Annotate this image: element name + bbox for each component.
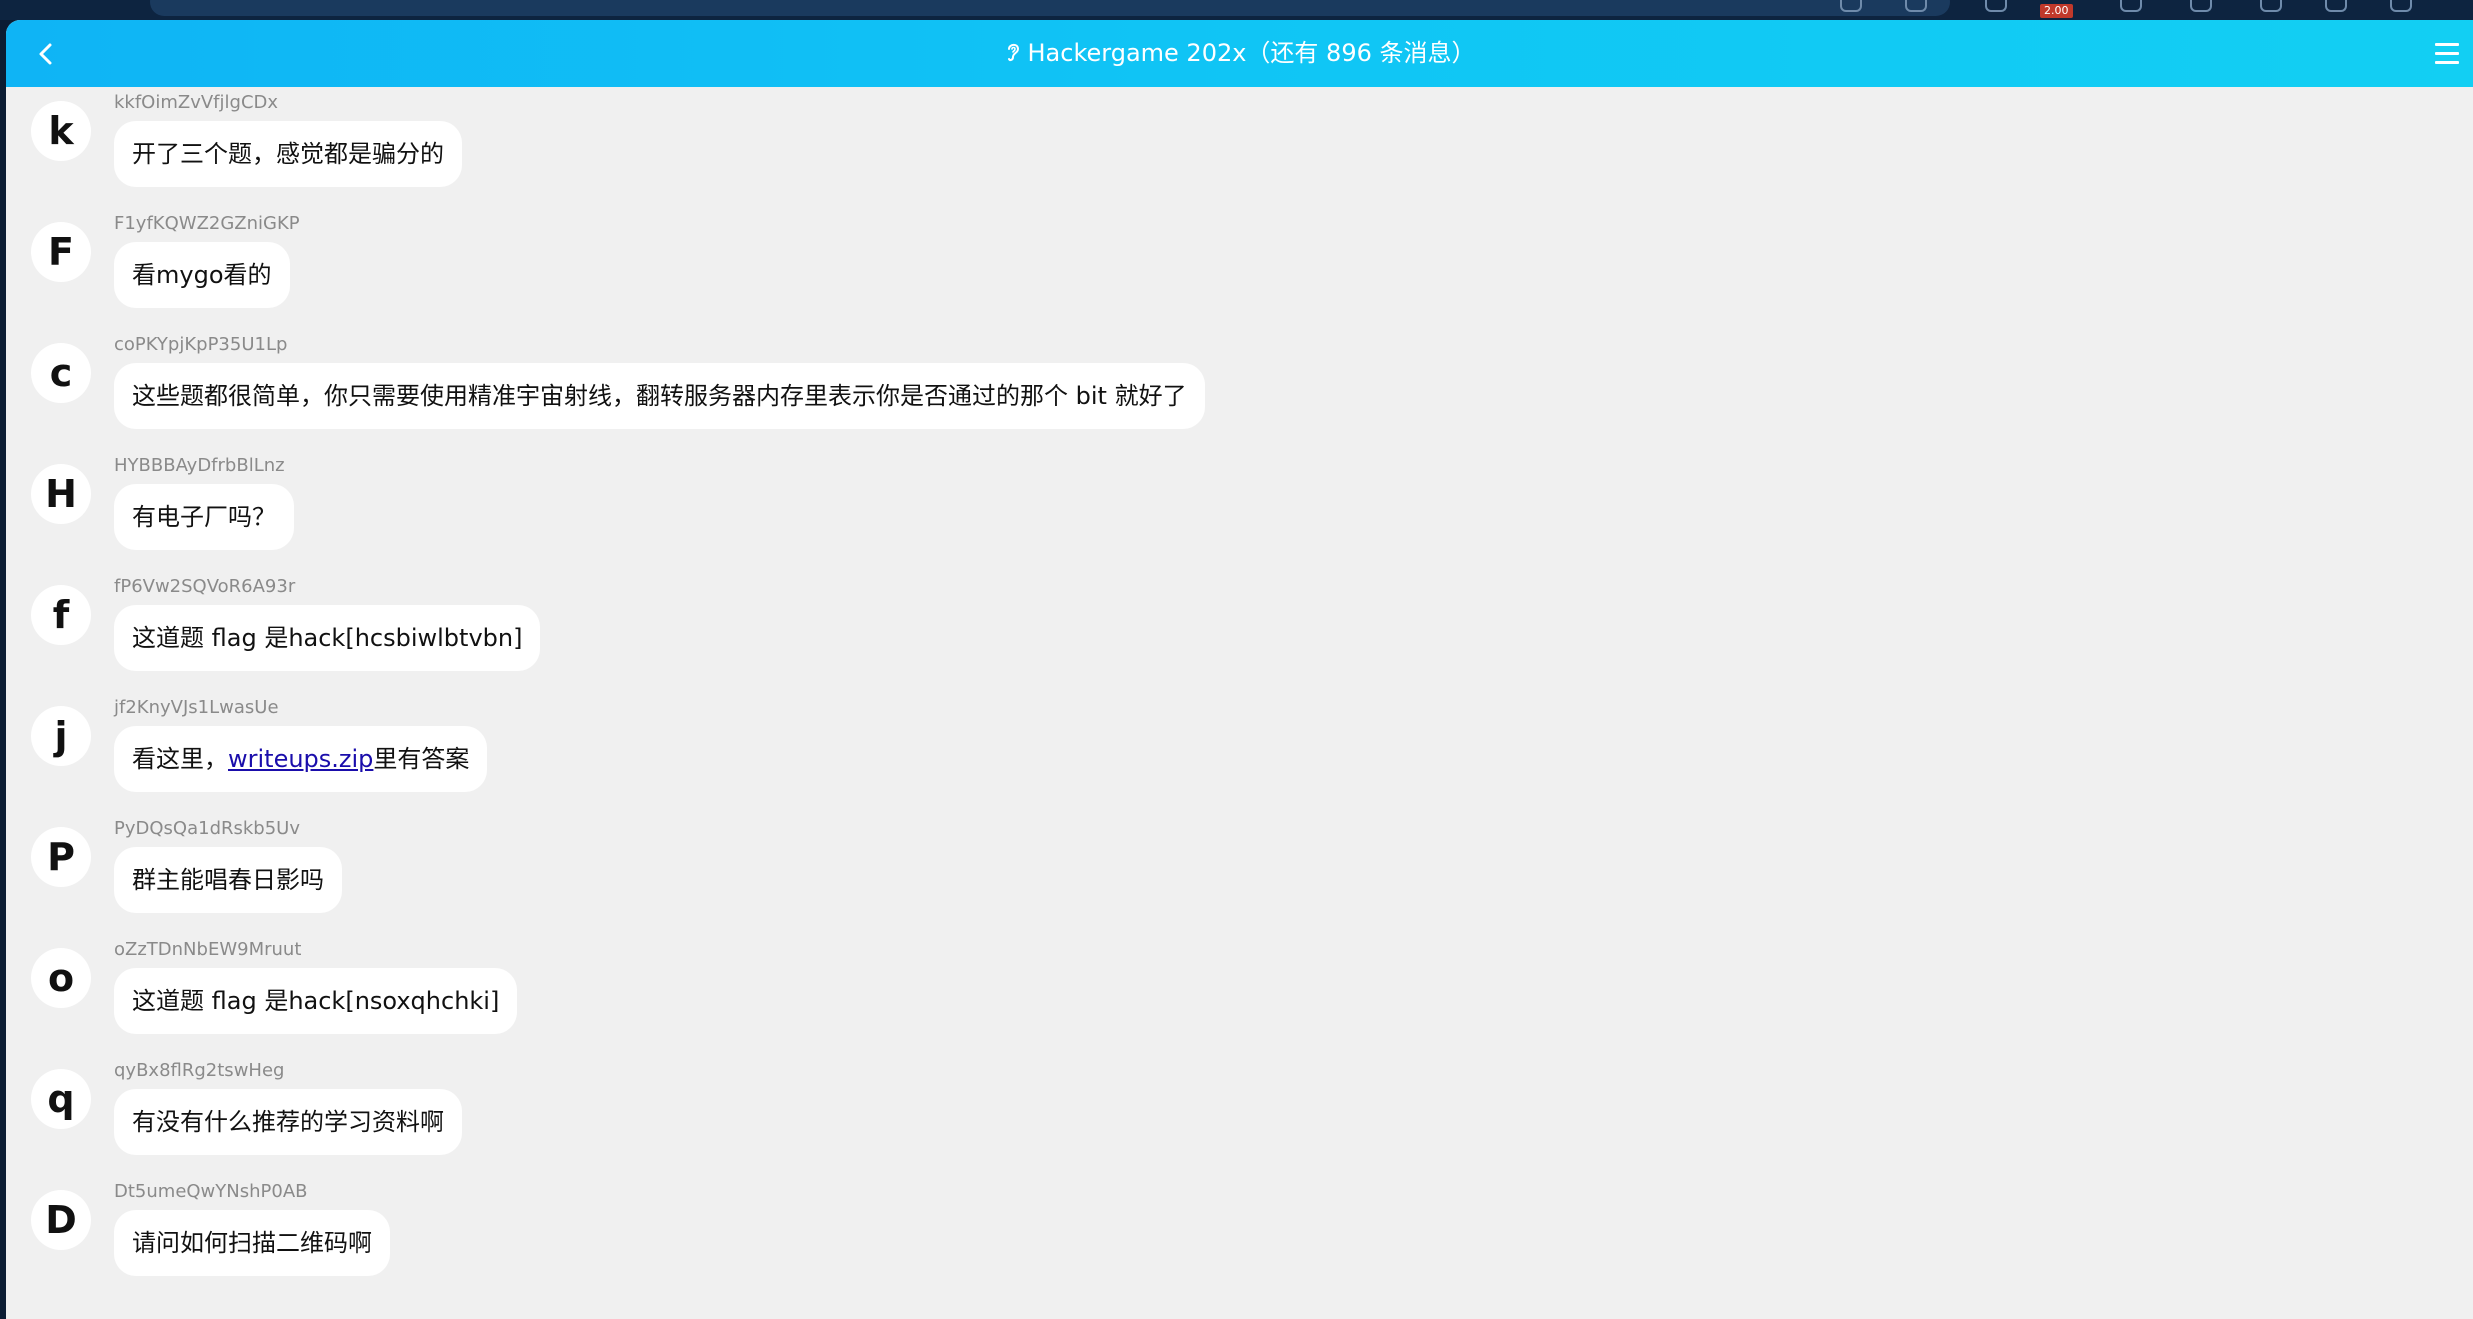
message-username: oZzTDnNbEW9Mruut — [114, 939, 302, 960]
message-username: fP6Vw2SQVoR6A93r — [114, 576, 296, 597]
avatar[interactable]: o — [31, 948, 91, 1008]
message-bubble: 有电子厂吗？ — [114, 484, 294, 550]
avatar[interactable]: k — [31, 101, 91, 161]
chat-title: Hackergame 202x（还有 896 条消息） — [6, 20, 2473, 87]
avatar[interactable]: f — [31, 585, 91, 645]
message-item: P PyDQsQa1dRskb5Uv 群主能唱春日影吗 — [6, 813, 2473, 934]
message-item: q qyBx8flRg2tswHeg 有没有什么推荐的学习资料啊 — [6, 1055, 2473, 1176]
avatar[interactable]: F — [31, 222, 91, 282]
message-item: k kkfOimZvVfjlgCDx 开了三个题，感觉都是骗分的 — [6, 87, 2473, 208]
message-bubble: 看mygo看的 — [114, 242, 290, 308]
message-item: H HYBBBAyDfrbBlLnz 有电子厂吗？ — [6, 450, 2473, 571]
message-list[interactable]: k kkfOimZvVfjlgCDx 开了三个题，感觉都是骗分的 F F1yfK… — [6, 87, 2473, 1319]
downloads-icon[interactable] — [2325, 0, 2347, 12]
avatar[interactable]: P — [31, 827, 91, 887]
message-item: c coPKYpjKpP35U1Lp 这些题都很简单，你只需要使用精准宇宙射线，… — [6, 329, 2473, 450]
avatar[interactable]: D — [31, 1190, 91, 1250]
split-view-icon[interactable] — [2190, 0, 2212, 12]
message-username: qyBx8flRg2tswHeg — [114, 1060, 285, 1081]
message-item: f fP6Vw2SQVoR6A93r 这道题 flag 是hack[hcsbiw… — [6, 571, 2473, 692]
message-username: coPKYpjKpP35U1Lp — [114, 334, 288, 355]
message-item: o oZzTDnNbEW9Mruut 这道题 flag 是hack[nsoxqh… — [6, 934, 2473, 1055]
avatar[interactable]: j — [31, 706, 91, 766]
message-bubble: 群主能唱春日影吗 — [114, 847, 342, 913]
browser-address-bar[interactable] — [150, 0, 1950, 16]
avatar[interactable]: q — [31, 1069, 91, 1129]
message-bubble: 看这里，writeups.zip里有答案 — [114, 726, 488, 792]
ear-icon — [1007, 43, 1019, 62]
message-username: HYBBBAyDfrbBlLnz — [114, 455, 285, 476]
extension-icon[interactable] — [1985, 0, 2007, 12]
message-text: 里有答案 — [373, 745, 470, 773]
message-text: 看这里， — [132, 745, 228, 773]
message-bubble: 有没有什么推荐的学习资料啊 — [114, 1089, 462, 1155]
message-item: F F1yfKQWZ2GZniGKP 看mygo看的 — [6, 208, 2473, 329]
writeups-zip-link[interactable]: writeups.zip — [228, 745, 373, 773]
message-bubble: 开了三个题，感觉都是骗分的 — [114, 121, 462, 187]
chat-header: Hackergame 202x（还有 896 条消息） — [6, 20, 2473, 87]
browser-toolbar-strip: 2.00 — [0, 0, 2473, 20]
menu-button[interactable] — [2425, 34, 2465, 74]
avatar[interactable]: c — [31, 343, 91, 403]
hamburger-menu-icon — [2435, 43, 2459, 46]
message-username: jf2KnyVJs1LwasUe — [114, 697, 279, 718]
message-bubble: 这道题 flag 是hack[hcsbiwlbtvbn] — [114, 605, 541, 671]
settings-gear-icon[interactable] — [2120, 0, 2142, 12]
message-bubble: 这道题 flag 是hack[nsoxqhchki] — [114, 968, 518, 1034]
bookmark-star-icon[interactable] — [1905, 0, 1927, 12]
chat-window: Hackergame 202x（还有 896 条消息） k kkfOimZvVf… — [6, 20, 2473, 1319]
pen-icon[interactable] — [2260, 0, 2282, 12]
chat-title-text: Hackergame 202x（还有 896 条消息） — [1027, 39, 1476, 67]
message-bubble: 这些题都很简单，你只需要使用精准宇宙射线，翻转服务器内存里表示你是否通过的那个 … — [114, 363, 1205, 429]
message-item: j jf2KnyVJs1LwasUe 看这里，writeups.zip里有答案 — [6, 692, 2473, 813]
message-username: kkfOimZvVfjlgCDx — [114, 92, 279, 113]
translate-icon[interactable] — [1840, 0, 1862, 12]
message-item: D Dt5umeQwYNshP0AB 请问如何扫描二维码啊 — [6, 1176, 2473, 1297]
message-username: PyDQsQa1dRskb5Uv — [114, 818, 301, 839]
message-username: Dt5umeQwYNshP0AB — [114, 1181, 308, 1202]
avatar[interactable]: H — [31, 464, 91, 524]
message-username: F1yfKQWZ2GZniGKP — [114, 213, 300, 234]
extension-badge: 2.00 — [2040, 4, 2073, 18]
message-bubble: 请问如何扫描二维码啊 — [114, 1210, 390, 1276]
profile-icon[interactable] — [2390, 0, 2412, 12]
